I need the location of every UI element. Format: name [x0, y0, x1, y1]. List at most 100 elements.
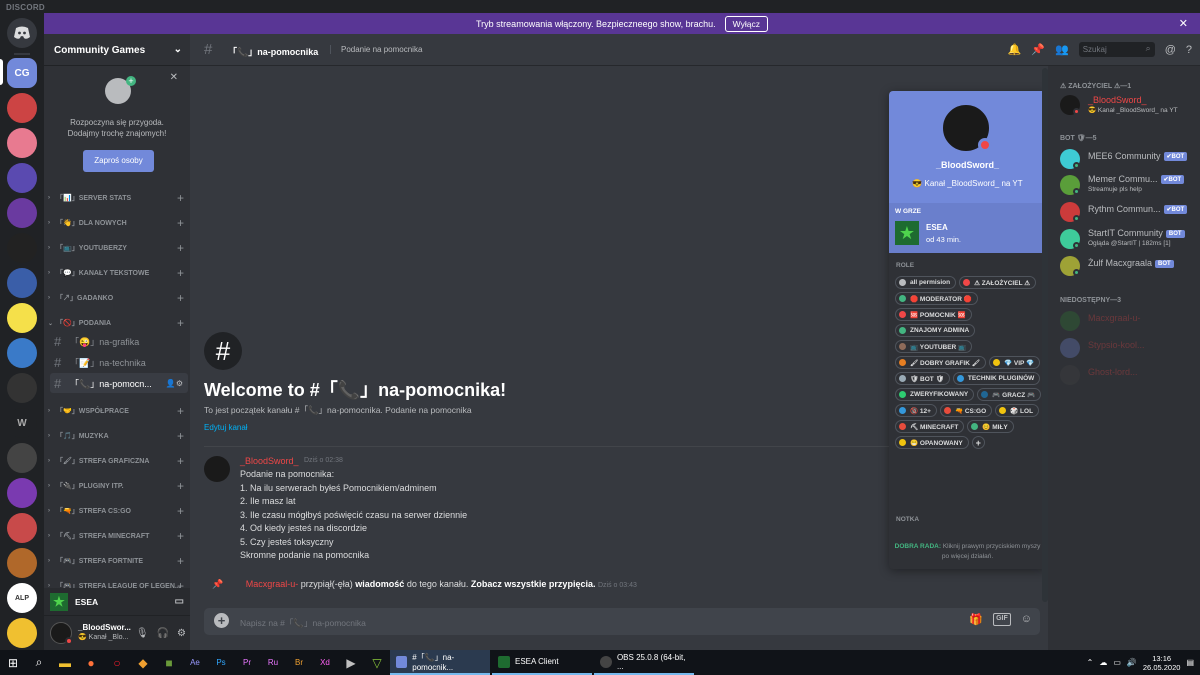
close-icon[interactable]: ✕ — [170, 72, 178, 83]
category-youtuberzy[interactable]: › 「📺」YOUTUBERZY + — [48, 241, 188, 255]
add-channel-icon[interactable]: + — [177, 454, 184, 468]
media-player-icon[interactable]: ▶ — [338, 650, 364, 675]
server-icon[interactable] — [7, 373, 37, 403]
server-icon[interactable] — [7, 93, 37, 123]
role-tag[interactable]: 🛡 BOT 🛡 — [895, 372, 950, 385]
server-header[interactable]: Community Games ⌄ — [44, 34, 190, 66]
tray-chevron-icon[interactable]: ⌃ — [1087, 658, 1094, 667]
bridge-icon[interactable]: Br — [286, 650, 312, 675]
add-channel-icon[interactable]: + — [177, 479, 184, 493]
gif-icon[interactable]: GIF — [993, 613, 1011, 626]
role-tag[interactable]: 📺 YOUTUBER 📺 — [895, 340, 973, 353]
taskbar-app-obs[interactable]: OBS 25.0.8 (64-bit, ... — [594, 650, 694, 675]
server-icon[interactable] — [7, 478, 37, 508]
add-channel-icon[interactable]: + — [177, 316, 184, 330]
add-channel-icon[interactable]: + — [177, 191, 184, 205]
category-gadanko[interactable]: › 「↗」GADANKO + — [48, 291, 188, 305]
role-tag[interactable]: 😊 MIŁY — [967, 420, 1014, 433]
role-tag[interactable]: 🎲 LOL — [995, 404, 1040, 417]
category-strefa-csgo[interactable]: › 「🔫」STREFA CS:GO + — [48, 504, 188, 518]
bell-icon[interactable]: 🔔 — [1008, 43, 1022, 56]
gear-icon[interactable]: ⚙ — [177, 628, 186, 639]
category-pluginy[interactable]: › 「🔌」PLUGINY ITP. + — [48, 479, 188, 493]
member-item[interactable]: _BloodSword_ 😎 Kanał _BloodSword_ na YT — [1058, 92, 1198, 118]
message-author[interactable]: _BloodSword_ — [240, 456, 299, 466]
gift-icon[interactable]: 🎁 — [969, 613, 983, 626]
role-tag[interactable]: 🆘 POMOCNIK 🆘 — [895, 308, 972, 321]
app-icon[interactable]: ▽ — [364, 650, 390, 675]
server-icon[interactable]: W — [7, 408, 37, 438]
microphone-icon[interactable]: 🎙 — [136, 628, 149, 639]
upload-plus-icon[interactable]: + — [214, 613, 229, 628]
category-server-stats[interactable]: › 「📊」SERVER STATS + — [48, 191, 188, 205]
member-item[interactable]: Żulf Macxgraala BOT — [1058, 253, 1198, 279]
add-channel-icon[interactable]: + — [177, 504, 184, 518]
add-role-button[interactable]: + — [971, 436, 985, 449]
server-icon[interactable] — [7, 163, 37, 193]
pin-author[interactable]: Macxgraal-u- — [246, 579, 299, 589]
discord-home-icon[interactable] — [7, 18, 37, 48]
member-item[interactable]: Macxgraal-u- — [1058, 308, 1198, 334]
member-item[interactable]: Memer Commu... ✔BOT Streamuje pls help — [1058, 172, 1198, 198]
notifications-icon[interactable]: ▤ — [1186, 658, 1194, 667]
add-channel-icon[interactable]: + — [177, 266, 184, 280]
server-icon[interactable] — [7, 303, 37, 333]
rush-icon[interactable]: Ru — [260, 650, 286, 675]
role-tag[interactable]: ZWERYFIKOWANY — [895, 388, 975, 401]
cloud-icon[interactable]: ☁ — [1099, 658, 1107, 667]
category-podania[interactable]: ⌄ 「🚫」PODANIA + — [48, 316, 188, 330]
server-icon[interactable] — [7, 443, 37, 473]
category-muzyka[interactable]: › 「🎵」MUZYKA + — [48, 429, 188, 443]
premiere-icon[interactable]: Pr — [234, 650, 260, 675]
server-icon[interactable] — [7, 198, 37, 228]
add-channel-icon[interactable]: + — [177, 241, 184, 255]
headphones-icon[interactable]: 🎧 — [157, 628, 169, 639]
channel-na-pomocnika[interactable]: # 「📞」na-pomocn... 👤⚙ — [50, 373, 188, 393]
role-tag[interactable]: 🎮 GRACZ 🎮 — [977, 388, 1042, 401]
help-icon[interactable]: ? — [1186, 44, 1192, 56]
clock[interactable]: 13:16 26.05.2020 — [1143, 654, 1181, 672]
category-wspolprace[interactable]: › 「🤝」WSPÓŁPRACE + — [48, 404, 188, 418]
firefox-icon[interactable]: ● — [78, 650, 104, 675]
photoshop-icon[interactable]: Ps — [208, 650, 234, 675]
server-icon[interactable] — [7, 548, 37, 578]
role-tag[interactable]: 😁 OPANOWANY — [895, 436, 969, 449]
network-icon[interactable]: ▭ — [1113, 658, 1121, 667]
edit-channel-link[interactable]: Edytuj kanał — [204, 423, 248, 432]
member-item[interactable]: Stypsio-kool... — [1058, 335, 1198, 361]
role-tag[interactable]: 💎 VIP 💎 — [988, 356, 1041, 369]
csgo-icon[interactable]: ◆ — [130, 650, 156, 675]
channel-na-grafika[interactable]: # 「😜」na-grafika — [50, 331, 188, 351]
invite-people-button[interactable]: Zaproś osoby — [83, 150, 154, 172]
members-icon[interactable]: 👥 — [1055, 43, 1069, 56]
role-tag[interactable]: ⛏ MINECRAFT — [895, 420, 965, 433]
activity-bar[interactable]: ★ ESEA ▭ — [44, 588, 190, 616]
volume-icon[interactable]: 🔊 — [1127, 658, 1137, 667]
member-item[interactable]: StartIT Community BOT Ogląda @StartIT | 18… — [1058, 226, 1198, 252]
role-tag[interactable]: 🛑 MODERATOR 🛑 — [895, 292, 978, 305]
server-icon[interactable] — [7, 513, 37, 543]
server-icon[interactable]: ALP — [7, 583, 37, 613]
server-icon[interactable] — [7, 268, 37, 298]
pin-icon[interactable]: 📌 — [1031, 43, 1045, 56]
category-strefa-minecraft[interactable]: › 「⛏」STREFA MINECRAFT + — [48, 529, 188, 543]
role-tag[interactable]: 🔫 CS:GO — [939, 404, 993, 417]
windows-start-icon[interactable]: ⊞ — [0, 650, 26, 675]
screen-share-icon[interactable]: ▭ — [175, 596, 184, 607]
minecraft-icon[interactable]: ■ — [156, 650, 182, 675]
xd-icon[interactable]: Xd — [312, 650, 338, 675]
member-item[interactable]: Rythm Commun... ✔BOT — [1058, 199, 1198, 225]
category-dla-nowych[interactable]: › 「👋」DLA NOWYCH + — [48, 216, 188, 230]
server-icon[interactable] — [7, 233, 37, 263]
role-tag[interactable]: TECHNIK PLUGINÓW — [952, 372, 1041, 385]
taskbar-app-discord[interactable]: #「📞」na-pomocnik... — [390, 650, 490, 675]
server-icon[interactable] — [7, 338, 37, 368]
add-channel-icon[interactable]: + — [177, 429, 184, 443]
pin-message-link[interactable]: wiadomość — [355, 579, 404, 589]
avatar[interactable] — [204, 456, 230, 482]
message-composer[interactable]: + Napisz na #「📞」na-pomocnika 🎁 GIF ☺ — [204, 608, 1040, 635]
role-tag[interactable]: ⚠ ZAŁOŻYCIEL ⚠ — [959, 276, 1037, 289]
add-channel-icon[interactable]: + — [177, 529, 184, 543]
message-input-placeholder[interactable]: Napisz na #「📞」na-pomocnika — [240, 617, 366, 629]
disable-streamer-mode-button[interactable]: Wyłącz — [724, 15, 768, 32]
